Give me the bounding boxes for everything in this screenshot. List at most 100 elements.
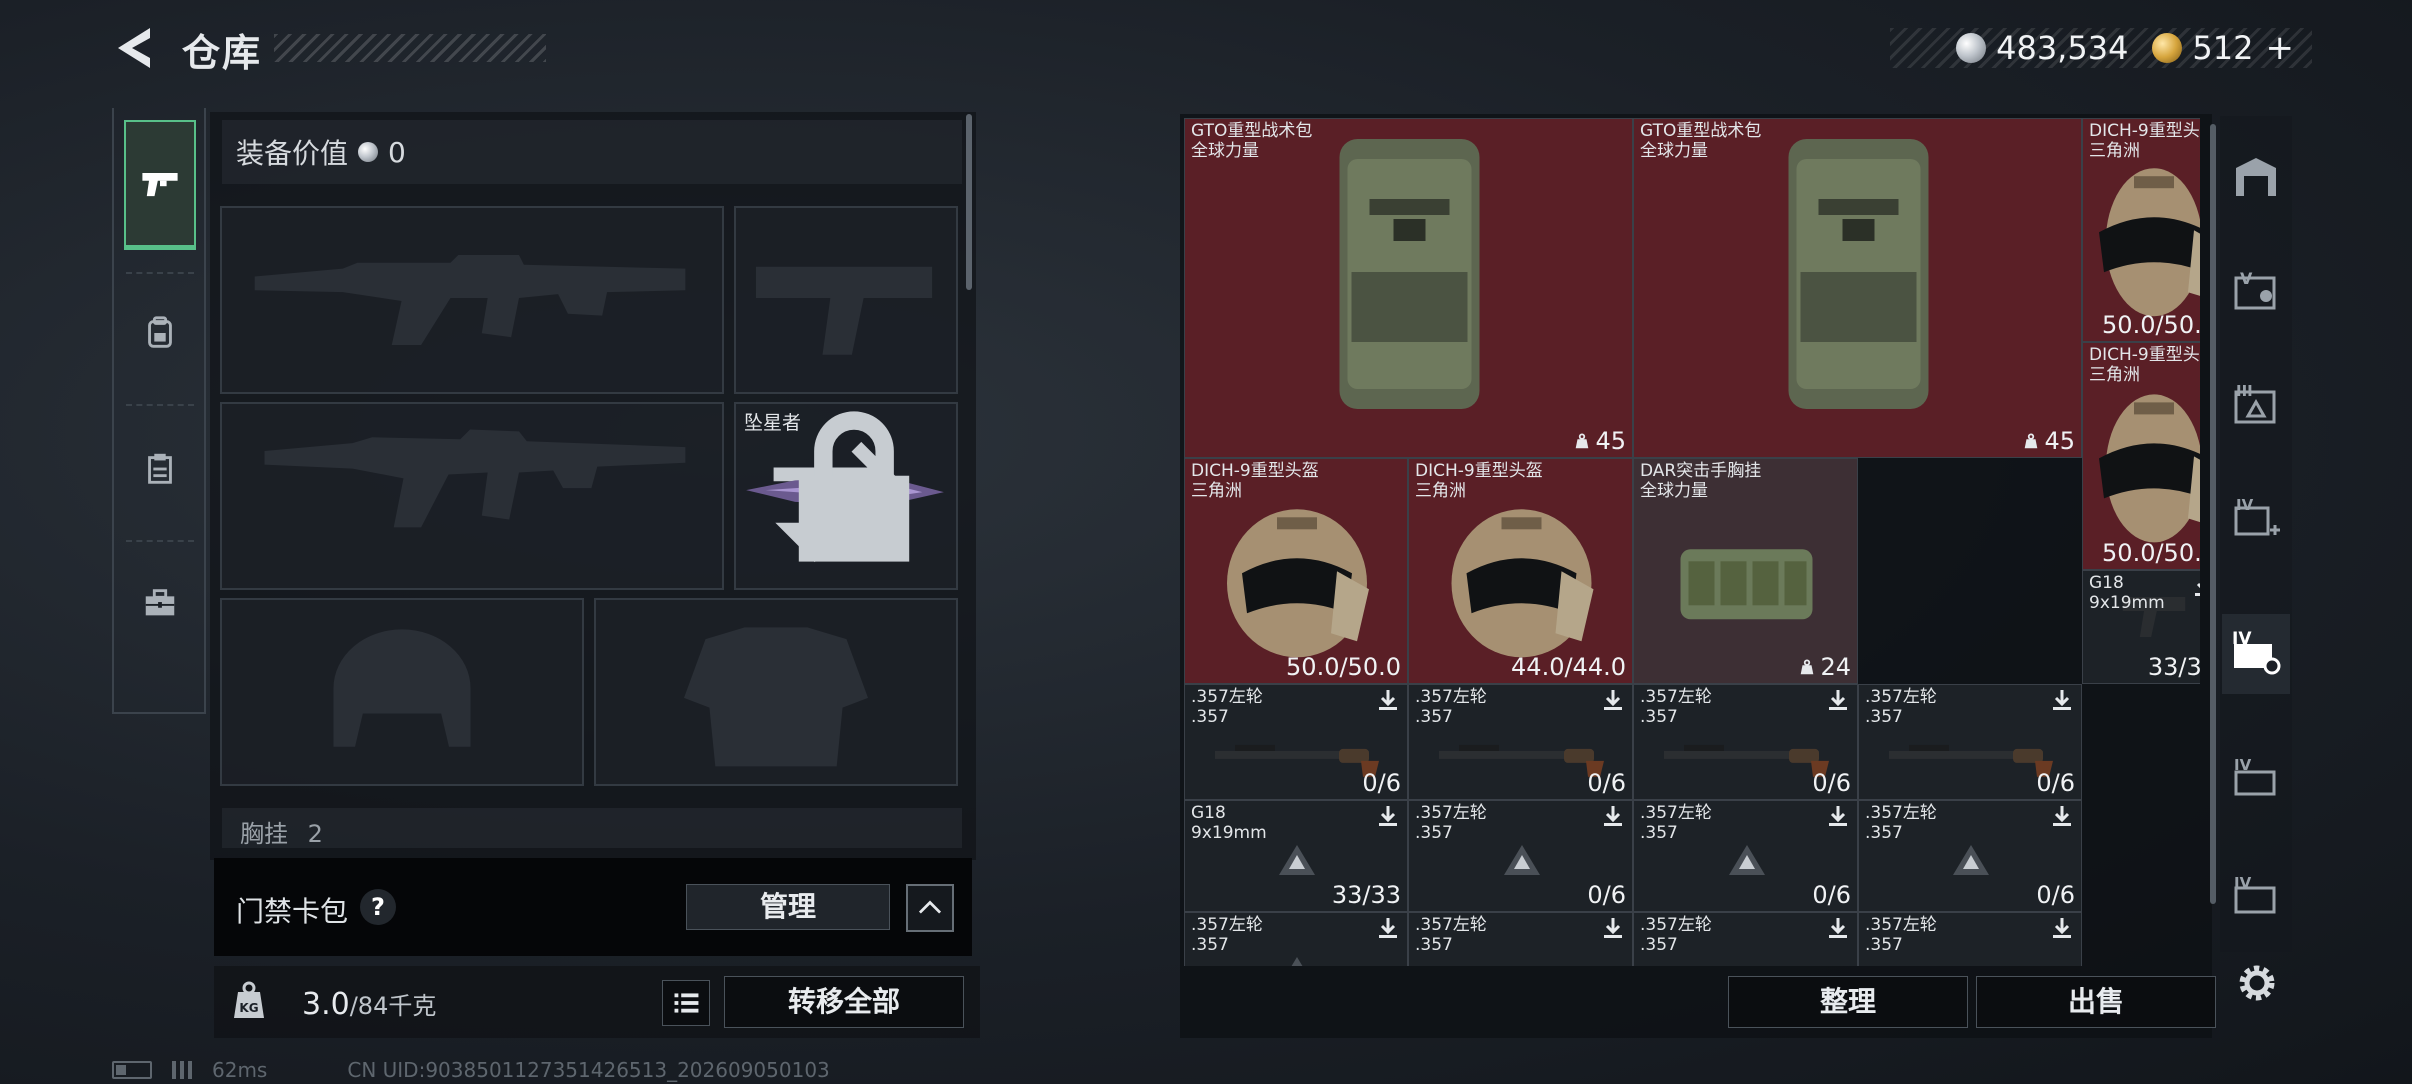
download-icon[interactable] <box>1825 803 1851 829</box>
storage-item-revolver[interactable]: .357左轮 .357 0/6 <box>1408 684 1633 800</box>
storage-item-revolver[interactable]: .357左轮 .357 <box>1408 912 1633 966</box>
download-icon[interactable] <box>2049 687 2075 713</box>
secondary-weapon-slot[interactable] <box>220 402 724 590</box>
sell-button[interactable]: 出售 <box>1976 976 2216 1028</box>
item-name: DICH-9重型头盔三角洲 <box>2089 121 2200 161</box>
download-icon[interactable] <box>2049 915 2075 941</box>
storage-item-chestrig[interactable]: DAR突击手胸挂 全球力量 24 <box>1633 458 1858 684</box>
download-icon[interactable] <box>1600 915 1626 941</box>
back-arrow-icon <box>118 28 150 68</box>
rifle-silhouette-icon <box>264 429 686 528</box>
left-category-nav <box>112 108 206 714</box>
all-items-icon <box>2236 158 2276 196</box>
storage-item-helmet[interactable]: DICH-9重型头盔 三角洲 44.0/44.0 <box>1408 458 1633 684</box>
filter-tier-v-button[interactable]: V <box>2222 252 2290 332</box>
filter-tier-iv-add-button[interactable]: IV <box>2222 480 2290 560</box>
nav-backpack-tab[interactable] <box>124 278 196 388</box>
item-name: .357左轮 .357 <box>1640 803 1712 843</box>
storage-item-helmet[interactable]: DICH-9重型头盔三角洲 50.0/50.0 <box>2082 342 2200 570</box>
storage-item-delta[interactable]: G18 9x19mm 33/33 <box>1184 800 1408 912</box>
svg-text:IV: IV <box>2234 874 2252 892</box>
item-name: .357左轮 .357 <box>1865 687 1937 727</box>
settings-button[interactable] <box>2232 958 2282 1008</box>
body-armor-slot[interactable] <box>594 598 958 786</box>
lock-icon <box>798 411 910 562</box>
helmet-slot[interactable] <box>220 598 584 786</box>
download-icon[interactable] <box>1375 803 1401 829</box>
storage-scrollbar[interactable] <box>2210 124 2216 904</box>
delta-placeholder-icon <box>1279 845 1315 875</box>
add-currency-button[interactable]: + <box>2266 28 2295 68</box>
capacity-icon <box>1576 433 1589 449</box>
manage-button[interactable]: 管理 <box>686 884 890 930</box>
back-button[interactable] <box>110 24 158 72</box>
item-value: 0/6 <box>1812 769 1851 797</box>
page-title: 仓库 <box>182 31 263 75</box>
storage-item-revolver[interactable]: .357左轮 .357 0/6 <box>1633 684 1858 800</box>
filter-tier-iii-button[interactable]: III <box>2222 366 2290 446</box>
battery-icon <box>112 1061 152 1079</box>
storage-item-helmet[interactable]: DICH-9重型头盔三角洲 50.0/50.0 <box>1184 458 1408 684</box>
gear-icon <box>2239 965 2275 1001</box>
item-value: 0/6 <box>2036 769 2075 797</box>
storage-item-delta[interactable]: .357左轮 .357 0/6 <box>1858 800 2082 912</box>
storage-item-revolver[interactable]: .357左轮 .357 0/6 <box>1858 684 2082 800</box>
svg-text:IV: IV <box>2232 629 2252 649</box>
download-icon[interactable] <box>1600 687 1626 713</box>
organize-button[interactable]: 整理 <box>1728 976 1968 1028</box>
storage-item-backpack[interactable]: GTO重型战术包 全球力量 45 <box>1633 118 2082 458</box>
list-view-button[interactable] <box>662 980 710 1026</box>
download-icon[interactable] <box>1825 915 1851 941</box>
nav-toolbox-tab[interactable] <box>124 548 196 658</box>
item-name: .357左轮 .357 <box>1415 687 1487 727</box>
storage-item-revolver[interactable]: .357左轮 .357 <box>1633 912 1858 966</box>
keycard-help-button[interactable]: ? <box>360 889 396 925</box>
storage-item-revolver[interactable]: .357左轮 .357 <box>1858 912 2082 966</box>
sidearm-slot[interactable] <box>734 206 958 394</box>
svg-text:KG: KG <box>239 1001 258 1015</box>
filter-tier-iv-button[interactable]: IV <box>2222 738 2290 818</box>
storage-item-delta[interactable]: .357左轮 .357 <box>1184 912 1408 966</box>
item-name: .357左轮 .357 <box>1415 915 1487 955</box>
equipment-scrollbar[interactable] <box>966 114 972 290</box>
item-name: DICH-9重型头盔三角洲 <box>1191 461 1319 501</box>
item-name: .357左轮 .357 <box>1640 915 1712 955</box>
chevron-up-icon <box>918 900 942 914</box>
filter-all-button[interactable] <box>2222 138 2290 218</box>
rifle-silhouette-icon <box>254 254 686 346</box>
melee-slot[interactable]: 坠星者 <box>734 402 958 590</box>
storage-item-revolver[interactable]: .357左轮 .357 0/6 <box>1184 684 1408 800</box>
download-icon[interactable] <box>1600 803 1626 829</box>
download-icon[interactable] <box>2191 573 2200 599</box>
filter-tier-iv-alt-button[interactable]: IV <box>2222 858 2290 938</box>
item-name: G18 9x19mm <box>2089 573 2165 613</box>
nav-weapons-tab[interactable] <box>124 120 196 250</box>
item-value: 33/33 <box>2147 653 2200 681</box>
svg-text:IV: IV <box>2234 756 2252 774</box>
status-strip: 62ms CN UID:903850112735142651​3_2026090… <box>112 1058 830 1082</box>
keycard-label: 门禁卡包 <box>236 895 349 928</box>
delta-placeholder-icon <box>1728 845 1765 875</box>
primary-weapon-slot[interactable] <box>220 206 724 394</box>
download-icon[interactable] <box>1375 915 1401 941</box>
transfer-all-button[interactable]: 转移全部 <box>724 976 964 1028</box>
download-icon[interactable] <box>2049 803 2075 829</box>
item-value: 45 <box>1573 427 1626 455</box>
category-v-icon: V <box>2234 269 2276 310</box>
nav-chestrig-tab[interactable] <box>124 414 196 524</box>
download-icon[interactable] <box>1375 687 1401 713</box>
download-icon[interactable] <box>1825 687 1851 713</box>
storage-item-pistol[interactable]: G189x19mm 33/33 <box>2082 570 2200 684</box>
keycard-expand-button[interactable] <box>906 884 954 932</box>
svg-text:IV: IV <box>2236 496 2254 514</box>
storage-item-helmet[interactable]: DICH-9重型头盔三角洲 50.0/50.0 <box>2082 118 2200 342</box>
item-name: G18 9x19mm <box>1191 803 1267 843</box>
storage-item-delta[interactable]: .357左轮 .357 0/6 <box>1408 800 1633 912</box>
item-name: GTO重型战术包 全球力量 <box>1191 121 1313 161</box>
storage-item-delta[interactable]: .357左轮 .357 0/6 <box>1633 800 1858 912</box>
item-value: 0/6 <box>1362 769 1401 797</box>
filter-tier-iv-active-button[interactable]: IV <box>2222 614 2290 694</box>
storage-item-backpack[interactable]: GTO重型战术包 全球力量 45 <box>1184 118 1633 458</box>
equipment-value: 0 <box>388 135 406 169</box>
tactical-backpack-icon <box>1339 139 1480 409</box>
